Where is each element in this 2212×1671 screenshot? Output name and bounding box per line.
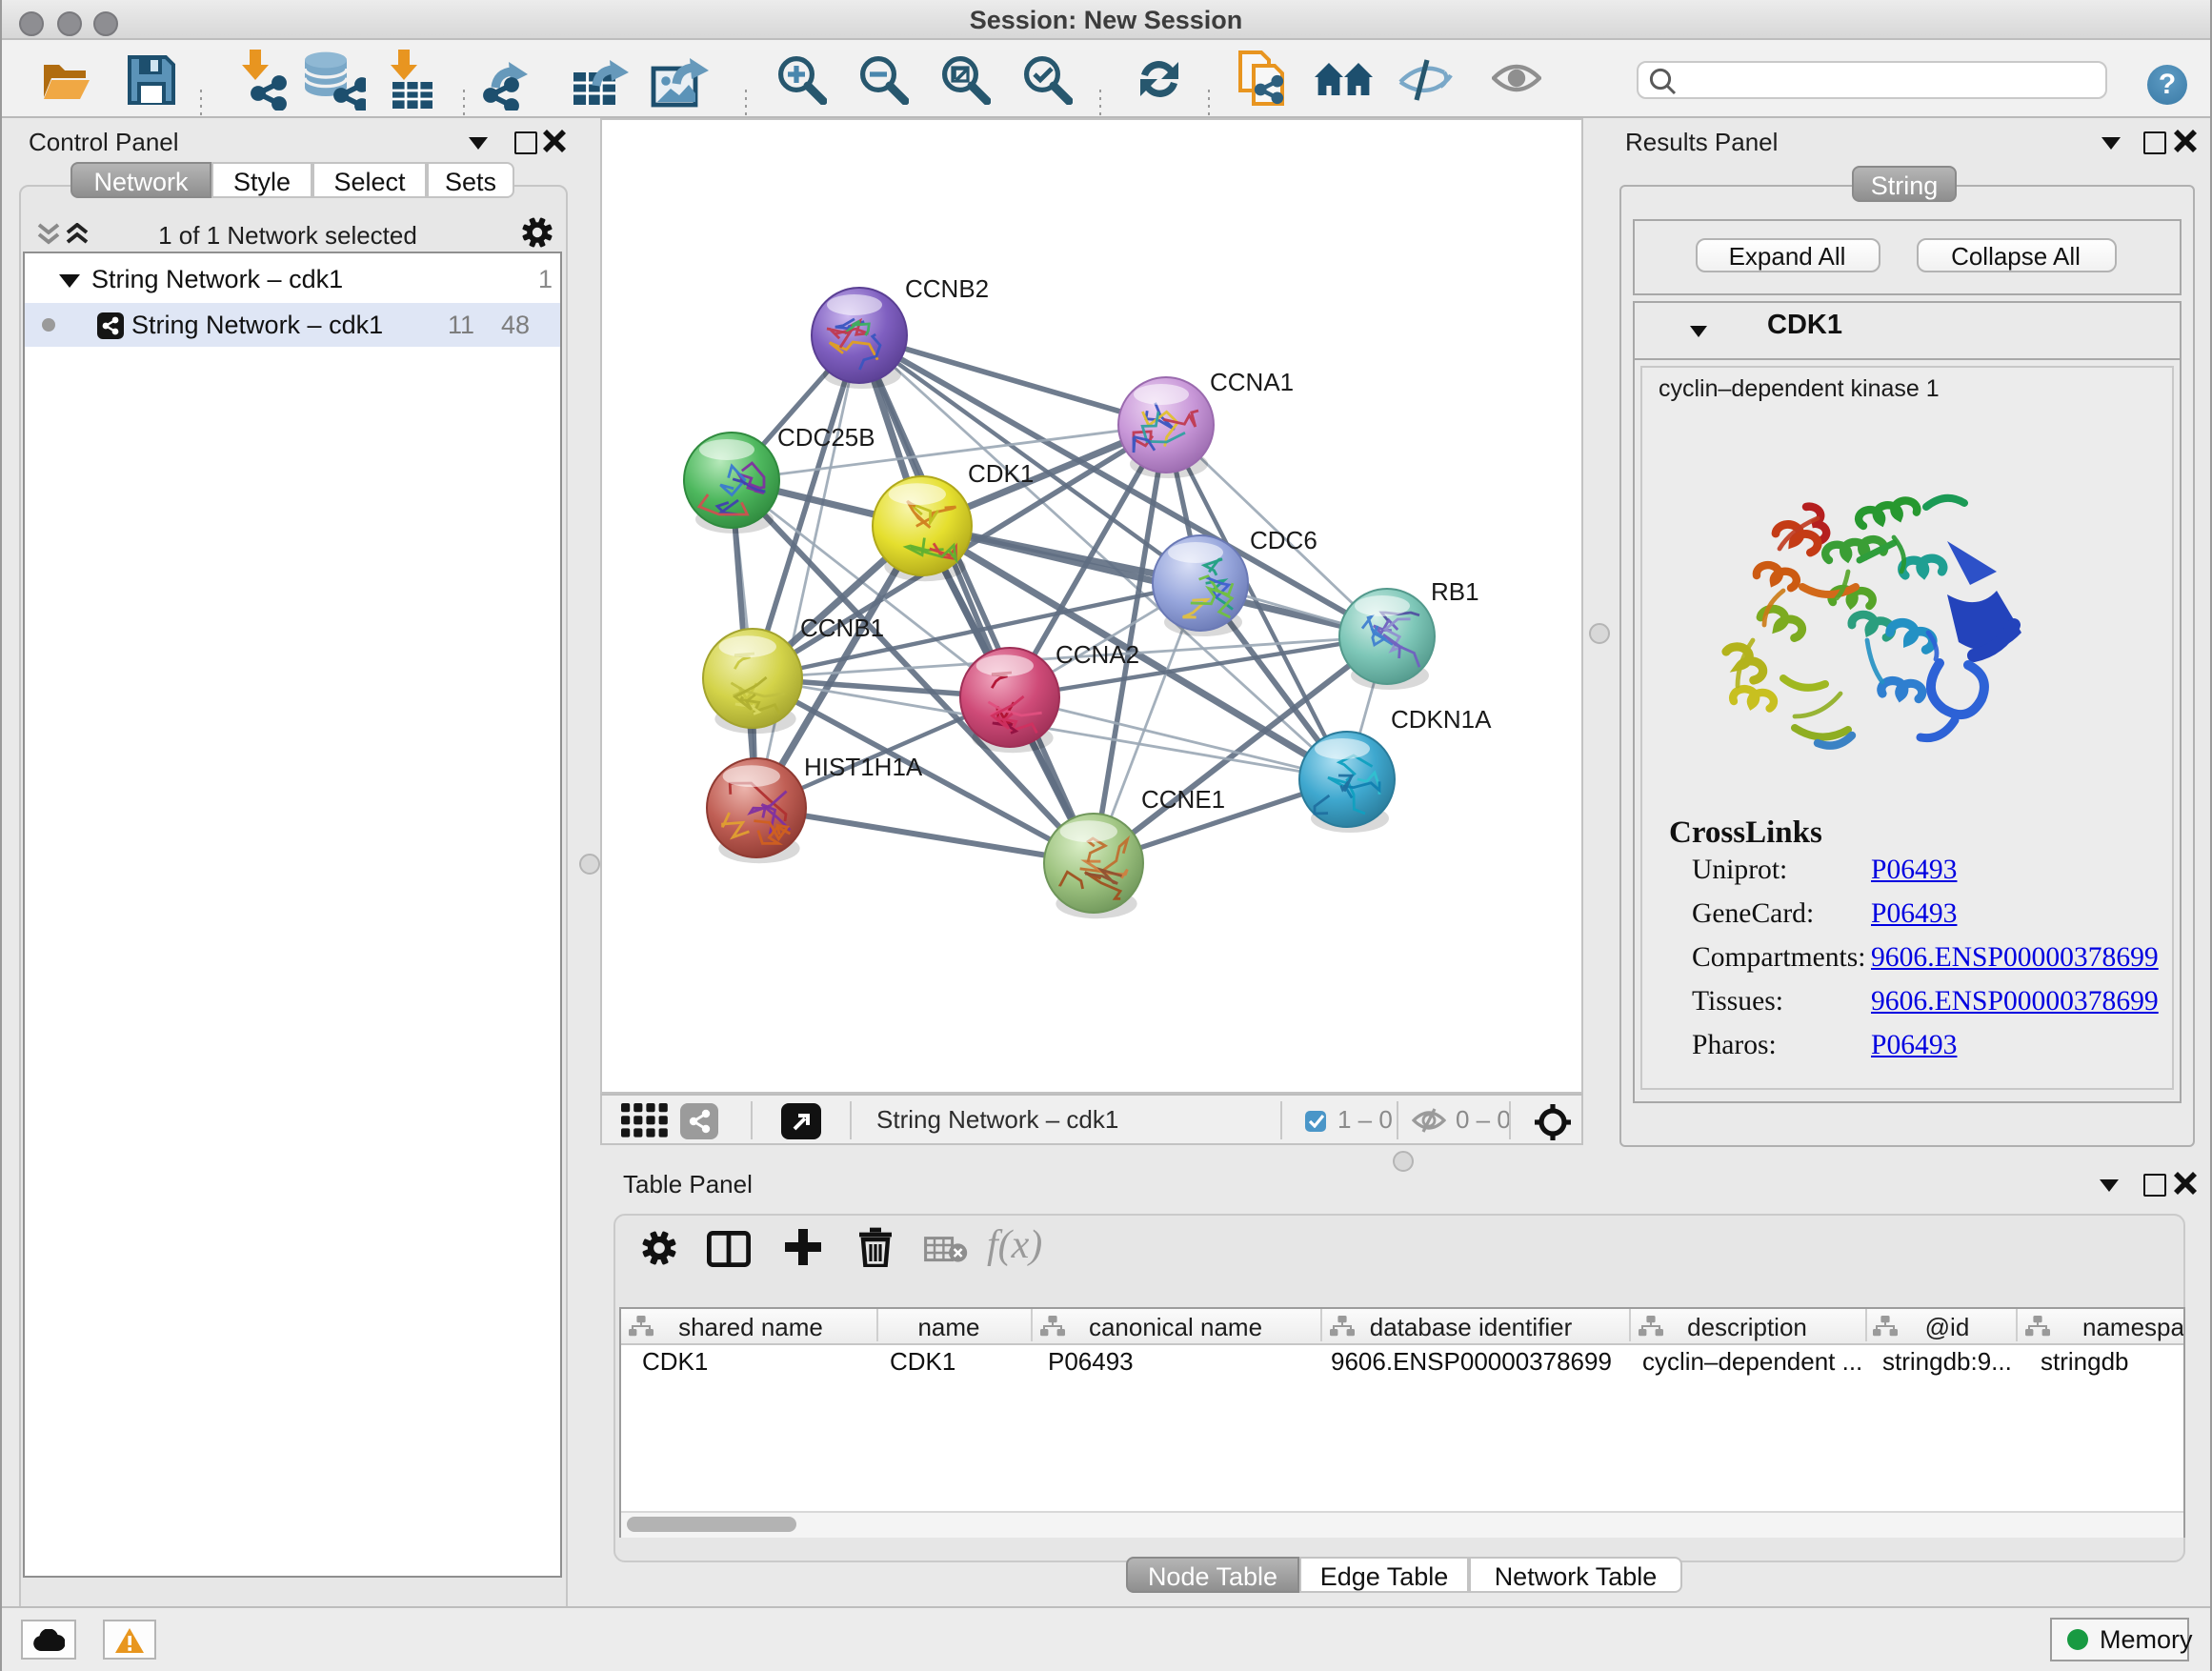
svg-text:CDC6: CDC6 [1250,526,1317,554]
svg-text:RB1: RB1 [1431,577,1479,606]
svg-text:CCNE1: CCNE1 [1141,785,1225,814]
svg-text:CDKN1A: CDKN1A [1391,705,1492,734]
svg-text:CDC25B: CDC25B [777,423,875,452]
svg-text:CDK1: CDK1 [968,459,1034,488]
svg-text:HIST1H1A: HIST1H1A [804,753,923,781]
svg-text:CCNB2: CCNB2 [905,274,989,303]
svg-text:CCNA1: CCNA1 [1210,368,1294,396]
svg-text:CCNA2: CCNA2 [1056,640,1139,669]
svg-text:CCNB1: CCNB1 [800,614,884,642]
